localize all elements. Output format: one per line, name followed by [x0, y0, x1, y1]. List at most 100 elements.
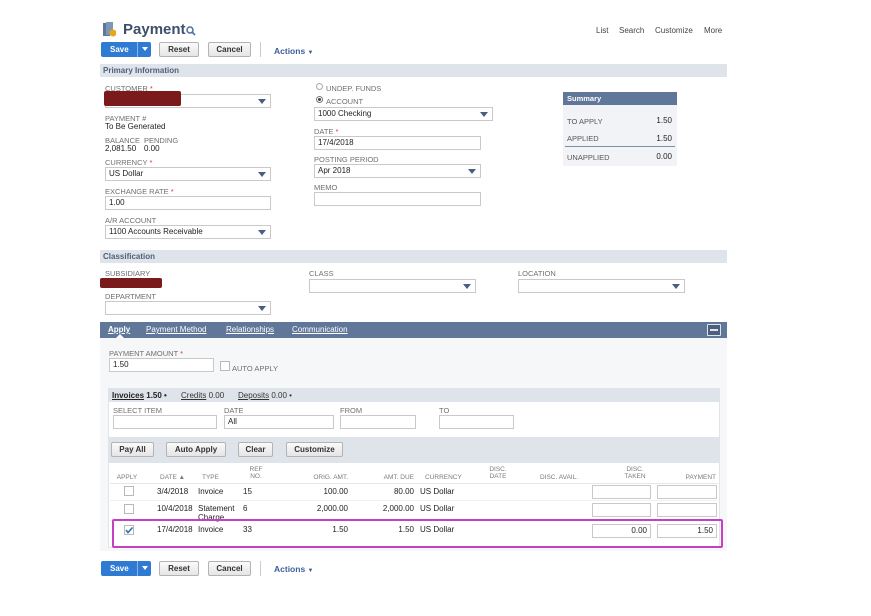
row-amt-due: 80.00 — [393, 487, 414, 496]
save-button-bottom[interactable]: Save — [101, 561, 151, 576]
exchange-rate-label: EXCHANGE RATE * — [105, 187, 174, 196]
selected-row-highlight — [112, 519, 723, 548]
row-ref-no: 15 — [243, 487, 252, 496]
department-select[interactable] — [105, 301, 271, 315]
account-select[interactable]: 1000 Checking — [314, 107, 493, 121]
actions-menu[interactable]: Actions ▼ — [274, 46, 314, 56]
auto-apply-label: AUTO APPLY — [232, 364, 278, 373]
subtab-invoices[interactable]: Invoices 1.50 • — [112, 391, 167, 400]
customize-button[interactable]: Customize — [286, 442, 343, 457]
posting-period-select[interactable]: Apr 2018 — [314, 164, 481, 178]
actions-menu-bottom[interactable]: Actions ▼ — [274, 564, 314, 574]
payment-amount-label: PAYMENT AMOUNT * — [109, 349, 184, 358]
undep-funds-radio[interactable] — [316, 83, 323, 90]
pay-all-button[interactable]: Pay All — [111, 442, 154, 457]
column-header-type: TYPE — [202, 474, 219, 481]
disc-taken-input[interactable] — [592, 503, 651, 517]
filter-date-select[interactable]: All — [224, 415, 334, 429]
pending-value: 0.00 — [144, 144, 160, 153]
search-icon[interactable] — [186, 26, 196, 38]
class-select[interactable] — [309, 279, 476, 293]
unapplied-label: UNAPPLIED — [567, 153, 610, 162]
ar-account-select[interactable]: 1100 Accounts Receivable — [105, 225, 271, 239]
column-header-ref-no: REF NO. — [249, 466, 263, 480]
row-date-link[interactable]: 10/4/2018 — [157, 504, 193, 513]
column-header-orig-amt: ORIG. AMT. — [313, 474, 348, 481]
payment-input[interactable] — [657, 485, 717, 499]
memo-label: MEMO — [314, 183, 338, 192]
currency-label: CURRENCY * — [105, 158, 153, 167]
primary-info-section-header: Primary Information — [100, 64, 727, 77]
subtab-deposits[interactable]: Deposits 0.00 • — [238, 391, 292, 400]
row-ref-no: 6 — [243, 504, 248, 513]
balance-value: 2,081.50 — [105, 144, 137, 153]
column-header-date[interactable]: DATE ▲ — [160, 474, 190, 481]
account-radio[interactable] — [316, 96, 323, 103]
nav-more-link[interactable]: More — [704, 26, 722, 35]
save-label: Save — [110, 564, 129, 573]
subtab-credits[interactable]: Credits 0.00 — [181, 391, 224, 400]
filter-to-input[interactable] — [439, 415, 514, 429]
customer-redacted — [104, 91, 181, 106]
undep-funds-label: UNDEP. FUNDS — [326, 84, 382, 93]
apply-checkbox[interactable] — [124, 504, 134, 514]
filter-to-label: TO — [439, 406, 450, 415]
cancel-button[interactable]: Cancel — [208, 42, 251, 57]
summary-title: Summary — [563, 92, 677, 105]
column-header-currency: CURRENCY — [425, 474, 462, 481]
location-select[interactable] — [518, 279, 685, 293]
row-amt-due: 2,000.00 — [382, 504, 414, 513]
summary-divider — [565, 146, 675, 147]
column-header-disc-avail: DISC. AVAIL. — [539, 474, 579, 481]
select-item-label: SELECT ITEM — [113, 406, 163, 415]
nav-customize-link[interactable]: Customize — [655, 26, 693, 35]
payment-number-value: To Be Generated — [105, 122, 166, 131]
filter-from-input[interactable] — [340, 415, 416, 429]
tab-payment-method[interactable]: Payment Method — [146, 322, 206, 338]
disc-taken-input[interactable] — [592, 485, 651, 499]
column-header-apply: APPLY — [116, 474, 138, 481]
payment-input[interactable] — [657, 503, 717, 517]
memo-input[interactable] — [314, 192, 481, 206]
toolbar-divider — [260, 561, 261, 576]
payment-amount-input[interactable]: 1.50 — [109, 358, 214, 372]
toolbar-divider — [260, 42, 261, 57]
apply-checkbox[interactable] — [124, 486, 134, 496]
date-label: DATE * — [314, 127, 339, 136]
row-currency: US Dollar — [420, 487, 455, 496]
auto-apply-button[interactable]: Auto Apply — [166, 442, 226, 457]
payment-record-icon — [103, 22, 117, 37]
unapplied-value: 0.00 — [656, 152, 672, 161]
save-options-dropdown[interactable] — [137, 561, 151, 576]
class-label: CLASS — [309, 269, 334, 278]
collapse-icon[interactable] — [707, 324, 721, 336]
clear-button[interactable]: Clear — [238, 442, 273, 457]
exchange-rate-input[interactable]: 1.00 — [105, 196, 271, 210]
ar-account-label: A/R ACCOUNT — [105, 216, 157, 225]
row-date-link[interactable]: 3/4/2018 — [157, 487, 188, 496]
row-orig-amt: 2,000.00 — [316, 504, 348, 513]
row-orig-amt: 100.00 — [323, 487, 348, 496]
nav-search-link[interactable]: Search — [619, 26, 644, 35]
row-type-link[interactable]: Invoice — [198, 487, 223, 496]
cancel-button-bottom[interactable]: Cancel — [208, 561, 251, 576]
tab-relationships[interactable]: Relationships — [226, 322, 274, 338]
select-item-input[interactable] — [113, 415, 217, 429]
auto-apply-checkbox[interactable] — [220, 361, 230, 371]
date-input[interactable]: 17/4/2018 — [314, 136, 481, 150]
reset-button[interactable]: Reset — [159, 42, 199, 57]
nav-list-link[interactable]: List — [596, 26, 608, 35]
location-label: LOCATION — [518, 269, 556, 278]
currency-select[interactable]: US Dollar — [105, 167, 271, 181]
account-label: ACCOUNT — [326, 97, 364, 106]
classification-section-header: Classification — [100, 250, 727, 263]
save-options-dropdown[interactable] — [137, 42, 151, 57]
column-header-amt-due: AMT. DUE — [383, 474, 414, 481]
column-header-disc-taken: DISC. TAKEN — [624, 466, 646, 480]
reset-button-bottom[interactable]: Reset — [159, 561, 199, 576]
column-header-disc-date: DISC. DATE — [489, 466, 507, 480]
filter-date-label: DATE — [224, 406, 244, 415]
save-button[interactable]: Save — [101, 42, 151, 57]
row-currency: US Dollar — [420, 504, 455, 513]
tab-communication[interactable]: Communication — [292, 322, 348, 338]
